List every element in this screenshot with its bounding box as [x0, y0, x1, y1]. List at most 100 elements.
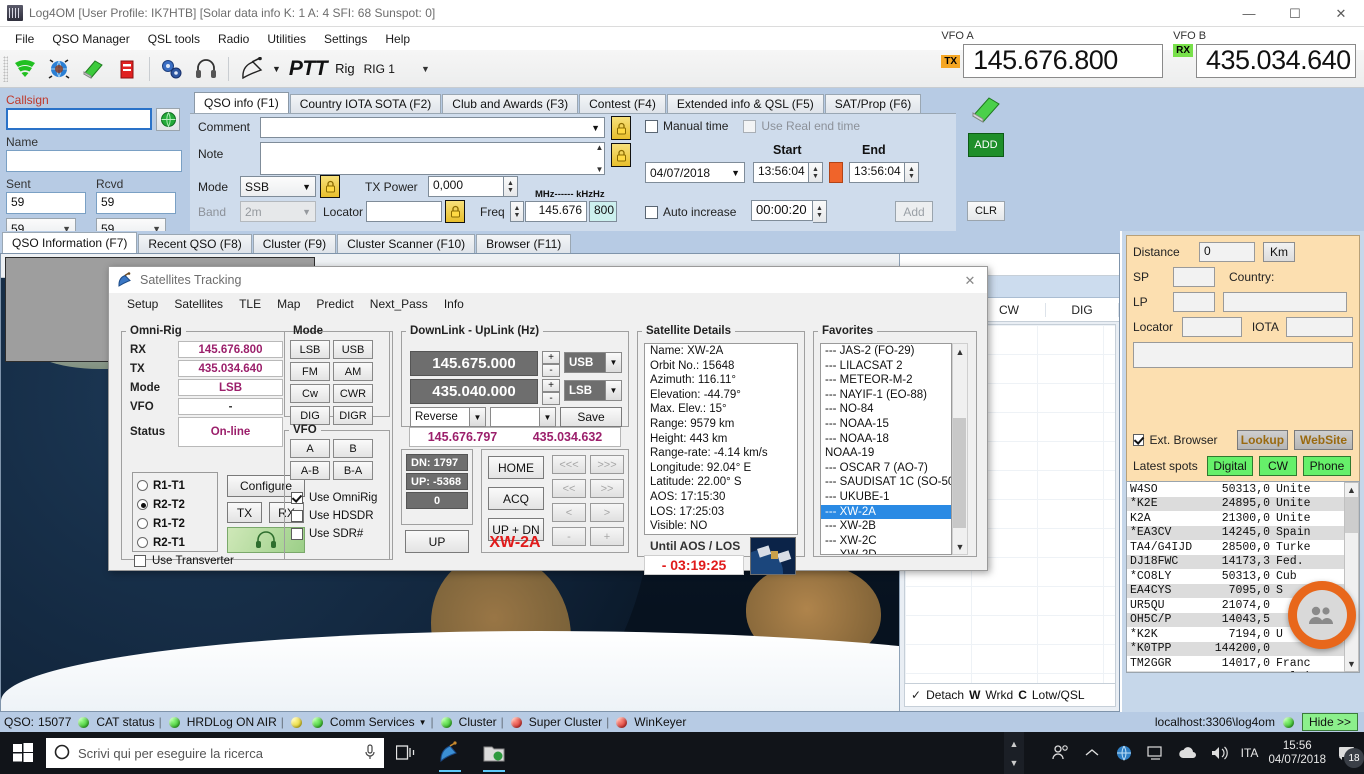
headset-icon[interactable]: [191, 54, 221, 84]
mode-select[interactable]: SSB ▼: [240, 176, 316, 197]
language-indicator[interactable]: ITA: [1241, 746, 1259, 760]
chevron-down-icon[interactable]: ▼: [419, 718, 427, 727]
vfo-b-frequency[interactable]: 435.034.640: [1196, 44, 1356, 79]
chevron-down-icon[interactable]: ▼: [272, 64, 281, 74]
clear-button[interactable]: CLR: [967, 201, 1005, 221]
sent-input[interactable]: 59: [6, 192, 86, 214]
network-globe-icon[interactable]: [1113, 742, 1135, 764]
vfo-b-button[interactable]: B: [333, 439, 373, 458]
green-book-icon[interactable]: [78, 54, 108, 84]
locator-lock-icon[interactable]: [445, 200, 465, 223]
uplink-minus-button[interactable]: -: [542, 392, 560, 405]
favorites-scrollbar[interactable]: ▲ ▼: [952, 343, 968, 555]
spots-cw-button[interactable]: CW: [1259, 456, 1297, 476]
radio-r2-t1[interactable]: [137, 537, 148, 548]
note-input[interactable]: [260, 142, 605, 175]
freq-input[interactable]: 145.676: [525, 201, 587, 222]
tab-country-iota-sota[interactable]: Country IOTA SOTA (F2): [289, 94, 442, 113]
minimize-button[interactable]: —: [1226, 0, 1272, 27]
save-button[interactable]: Save: [560, 407, 622, 427]
satellite-dish-icon[interactable]: [236, 54, 272, 84]
mode-fm-button[interactable]: FM: [290, 362, 330, 381]
dialog-menu-setup[interactable]: Setup: [119, 295, 166, 313]
tab-sat-prop[interactable]: SAT/Prop (F6): [824, 94, 922, 113]
spot-row[interactable]: DJ18FWC 14173,3 Fed.: [1127, 554, 1359, 569]
super-cluster-label[interactable]: Super Cluster: [529, 715, 602, 729]
start-icon[interactable]: [0, 732, 46, 774]
end-time-input[interactable]: 13:56:04: [849, 162, 905, 183]
toolbar-grip[interactable]: [3, 55, 8, 82]
menu-file[interactable]: File: [6, 29, 43, 49]
freq-hz-input[interactable]: 800: [589, 201, 617, 222]
hide-sidebar-button[interactable]: Hide >>: [1301, 713, 1358, 731]
rig-select[interactable]: RIG 1 ▼: [361, 59, 431, 79]
chevron-down-icon[interactable]: ▼: [1010, 758, 1019, 768]
band-select[interactable]: 2m ▼: [240, 201, 316, 222]
scrollbar-thumb[interactable]: [953, 418, 966, 528]
manual-time-checkbox[interactable]: [645, 119, 658, 133]
tab-cluster-scanner[interactable]: Cluster Scanner (F10): [337, 234, 476, 253]
favorites-item[interactable]: --- XW-2B: [821, 519, 951, 534]
reverse-select[interactable]: Reverse ▼: [410, 407, 486, 427]
dialog-menu-predict[interactable]: Predict: [308, 295, 361, 313]
show-hidden-icons-icon[interactable]: [1081, 742, 1103, 764]
cat-status-label[interactable]: CAT status: [96, 715, 154, 729]
dialog-menu-tle[interactable]: TLE: [231, 295, 269, 313]
taskbar-overflow-scroll[interactable]: ▲ ▼: [1004, 732, 1024, 774]
wifi-signal-icon[interactable]: [10, 54, 40, 84]
downlink-frequency[interactable]: 145.675.000: [410, 351, 538, 376]
menu-qsl-tools[interactable]: QSL tools: [139, 29, 209, 49]
tab-qso-info[interactable]: QSO info (F1): [194, 92, 289, 113]
country-input[interactable]: [1223, 292, 1347, 312]
favorites-item[interactable]: --- XW-2C: [821, 534, 951, 549]
scrollbar-thumb[interactable]: [1345, 497, 1358, 533]
km-unit-button[interactable]: Km: [1263, 242, 1295, 262]
use-transverter-checkbox[interactable]: [134, 555, 146, 567]
txpower-spinner[interactable]: ▲ ▼: [504, 176, 518, 197]
dialog-menu-next-pass[interactable]: Next_Pass: [362, 295, 436, 313]
favorites-item[interactable]: --- NOAA-15: [821, 417, 951, 432]
vfo-b-to-a-button[interactable]: B-A: [333, 461, 373, 480]
vfo-a-to-b-button[interactable]: A-B: [290, 461, 330, 480]
blue-gears-icon[interactable]: [157, 54, 187, 84]
sp-input[interactable]: [1173, 267, 1215, 287]
station-notes-input[interactable]: [1133, 342, 1353, 368]
green-book-icon[interactable]: [969, 94, 1003, 127]
detach-label[interactable]: Detach: [926, 688, 964, 702]
name-input[interactable]: [6, 150, 182, 172]
folder-app-icon[interactable]: [472, 732, 516, 774]
nav-fwd-button[interactable]: >>: [590, 479, 624, 498]
time-sync-indicator[interactable]: [829, 162, 843, 183]
chevron-down-icon[interactable]: ▼: [953, 539, 967, 554]
mode-lock-icon[interactable]: [320, 175, 340, 198]
favorites-item[interactable]: --- XW-2D: [821, 548, 951, 554]
spot-row[interactable]: *EA3CV 14245,0 Spain: [1127, 525, 1359, 540]
favorites-item[interactable]: --- XW-2A: [821, 504, 951, 520]
dialog-close-button[interactable]: ✕: [957, 270, 983, 291]
favorites-item[interactable]: --- LILACSAT 2: [821, 359, 951, 374]
people-icon[interactable]: [1049, 742, 1071, 764]
task-view-icon[interactable]: [384, 732, 428, 774]
dialog-menu-satellites[interactable]: Satellites: [166, 295, 231, 313]
note-lock-icon[interactable]: [611, 143, 631, 167]
qso-date-picker[interactable]: 04/07/2018 ▼: [645, 162, 745, 183]
chevron-up-icon[interactable]: ▲: [953, 344, 967, 359]
radio-r1-t1[interactable]: [137, 480, 148, 491]
radio-r2-t2[interactable]: [137, 499, 148, 510]
sidebar-locator-input[interactable]: [1182, 317, 1242, 337]
comment-input[interactable]: ▼: [260, 117, 605, 138]
end-time-spinner[interactable]: ▲ ▼: [905, 162, 919, 183]
note-scroll[interactable]: ▲ ▼: [594, 143, 605, 174]
spot-row[interactable]: TM2GGR 14017,0 Franc: [1127, 656, 1359, 671]
distance-input[interactable]: 0: [1199, 242, 1255, 262]
dialog-menu-info[interactable]: Info: [436, 295, 472, 313]
spots-digital-button[interactable]: Digital: [1207, 456, 1253, 476]
nav-fast-fwd-button[interactable]: >>>: [590, 455, 624, 474]
favorites-item[interactable]: --- NOAA-18: [821, 432, 951, 447]
favorites-item[interactable]: --- METEOR-M-2: [821, 373, 951, 388]
detach-check-icon[interactable]: ✓: [911, 688, 921, 702]
chevron-down-icon[interactable]: ▼: [1345, 657, 1358, 671]
microphone-icon[interactable]: [364, 743, 376, 763]
close-button[interactable]: ✕: [1318, 0, 1364, 27]
comm-services-label[interactable]: Comm Services: [330, 715, 415, 729]
